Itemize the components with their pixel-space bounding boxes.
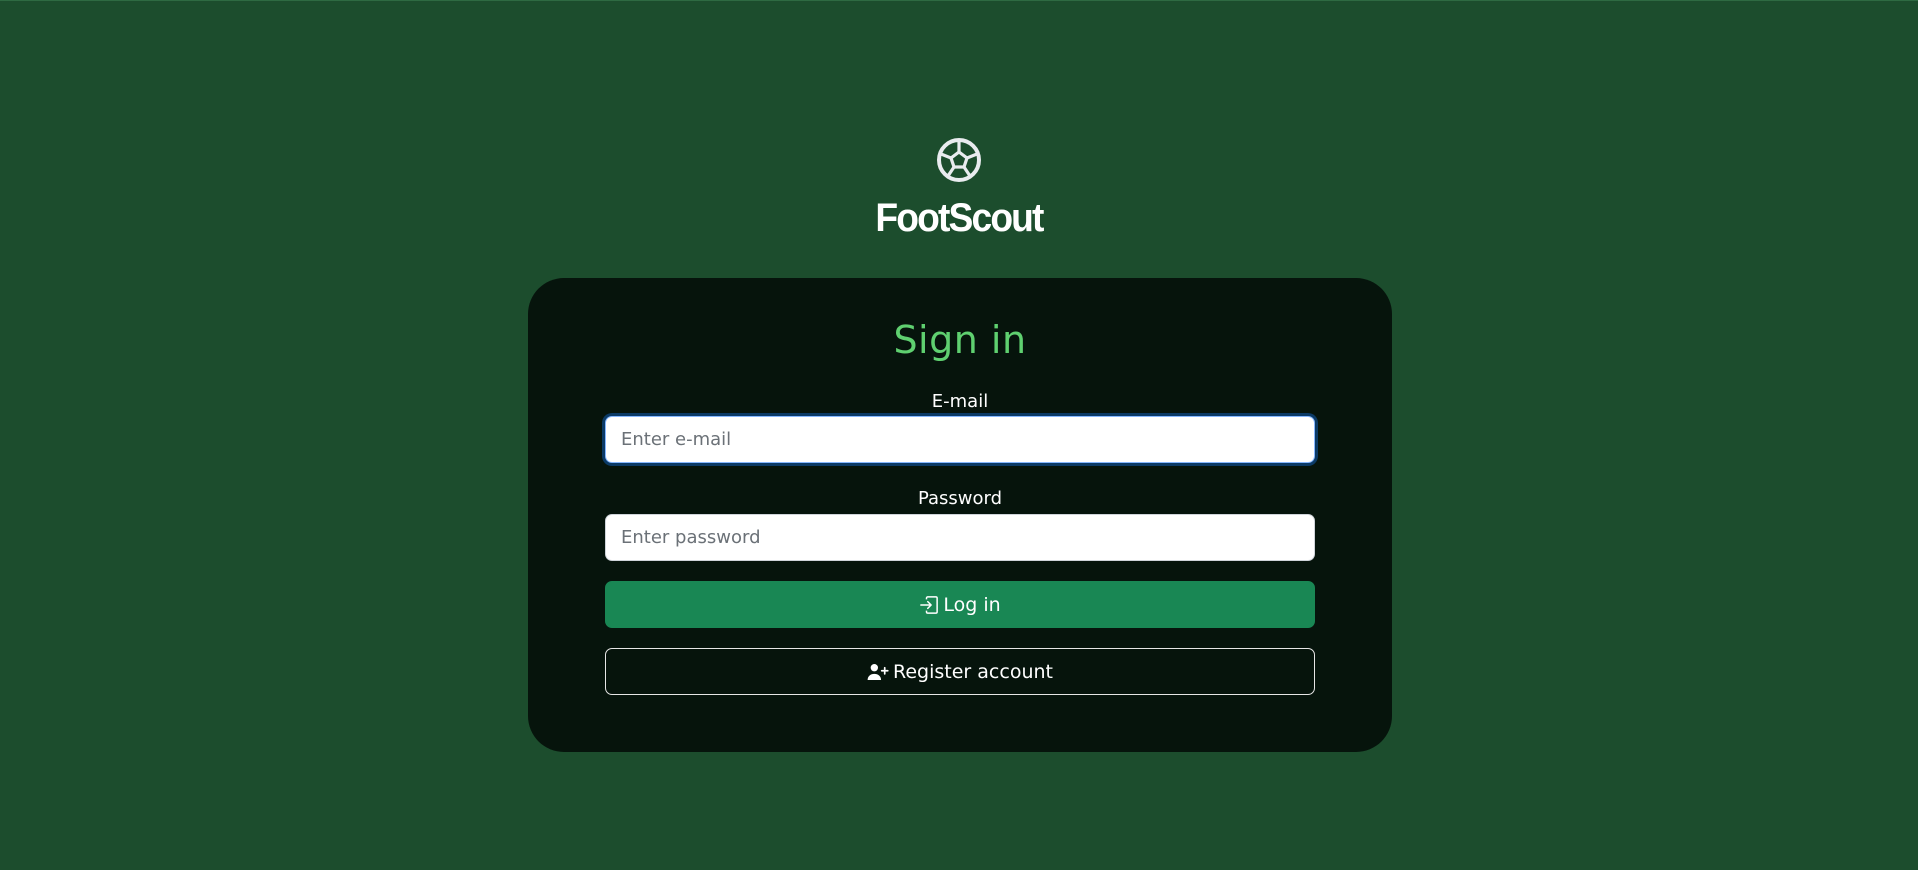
register-button[interactable]: Register account [605, 648, 1315, 695]
login-button-label: Log in [943, 593, 1001, 616]
brand-name: FootScout [875, 196, 1044, 240]
soccer-ball-icon [937, 138, 981, 182]
brand-header: FootScout [0, 137, 1918, 241]
register-button-label: Register account [893, 660, 1053, 683]
email-label: E-mail [931, 391, 989, 412]
signin-title: Sign in [893, 318, 1027, 362]
signin-card: Sign in E-mail Password Log in Register … [528, 278, 1392, 752]
login-page: FootScout Sign in E-mail Password Log in… [0, 0, 1918, 870]
email-field[interactable] [605, 416, 1315, 463]
login-button[interactable]: Log in [605, 581, 1315, 628]
box-arrow-in-right-icon [920, 595, 939, 614]
person-plus-icon [867, 663, 889, 680]
password-field[interactable] [605, 514, 1315, 561]
password-label: Password [917, 488, 1003, 509]
